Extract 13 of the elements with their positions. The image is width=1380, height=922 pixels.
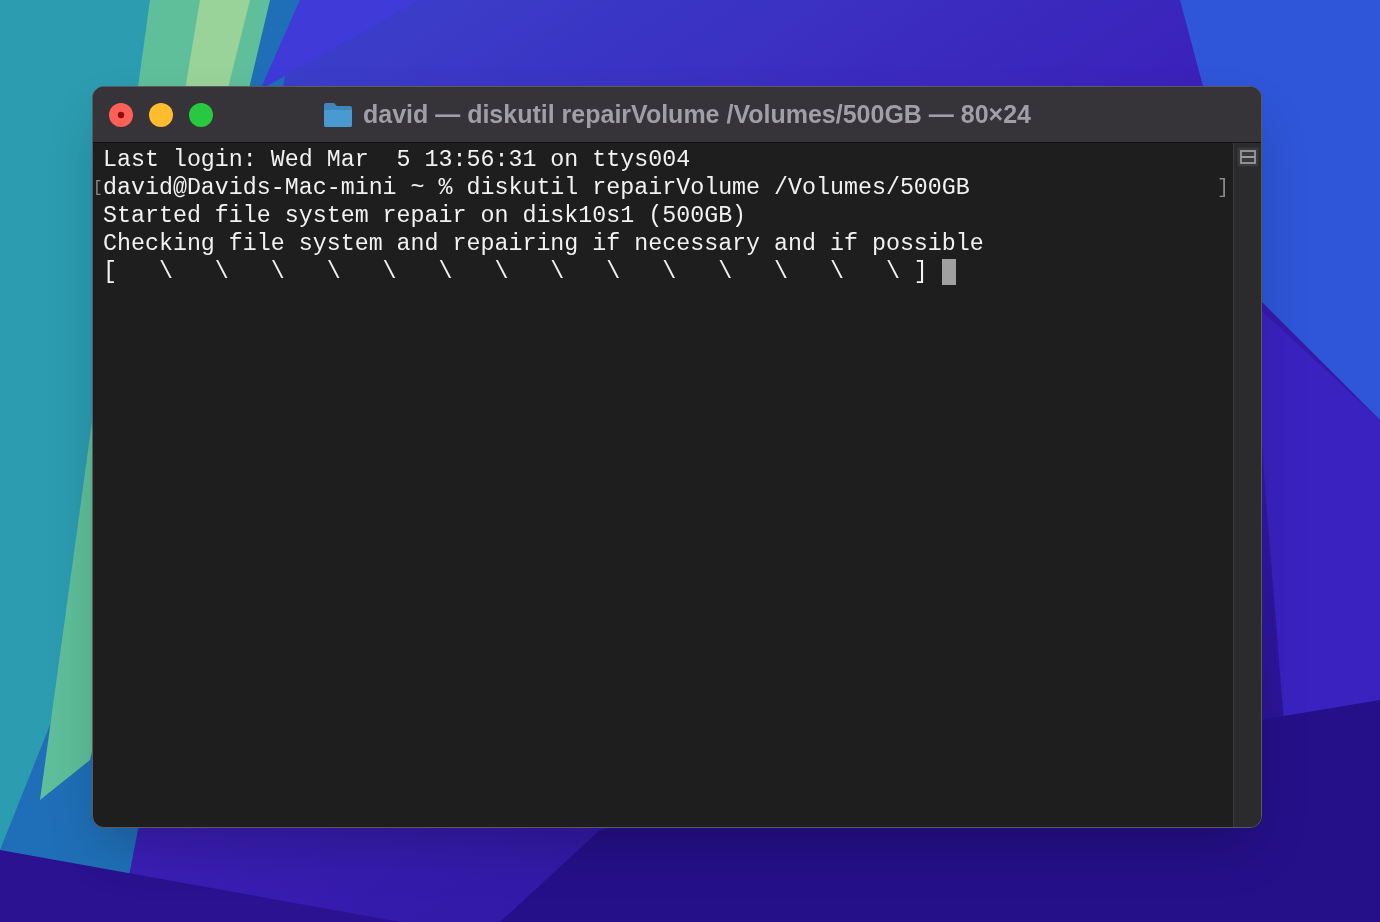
folder-icon xyxy=(322,101,353,128)
minimize-icon[interactable] xyxy=(149,103,173,127)
line-mark: ] xyxy=(1217,175,1229,201)
zoom-icon[interactable] xyxy=(189,103,213,127)
close-icon[interactable] xyxy=(109,103,133,127)
terminal-line: david@Davids-Mac-mini ~ % diskutil repairVolume /Volumes/500GB xyxy=(103,174,970,202)
window-title: david — diskutil repairVolume /Volumes/500GB — 80×24 xyxy=(362,98,1032,130)
terminal-line: Checking file system and repairing if necessary and if possible xyxy=(103,230,984,258)
terminal-line: Started file system repair on disk10s1 (500GB) xyxy=(103,202,747,230)
line-mark: [ xyxy=(93,178,103,199)
split-pane-icon[interactable] xyxy=(1236,147,1259,167)
terminal-line: Last login: Wed Mar 5 13:56:31 on ttys004 xyxy=(103,146,691,174)
terminal-line: [ \ \ \ \ \ \ \ \ \ \ \ \ \ \ ] xyxy=(103,258,928,286)
